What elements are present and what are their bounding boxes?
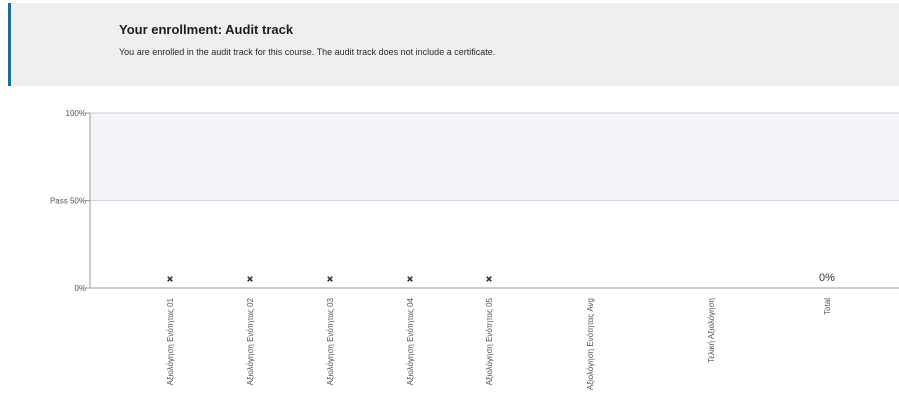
enrollment-title: Your enrollment: Audit track [119,22,294,37]
x-tick-label: Αξιολόγηση Ενότητας 02 [246,297,255,385]
y-tick-label: Pass 50% [50,197,86,206]
x-tick-label: Αξιολόγηση Ενότητας 04 [406,297,415,385]
score-marker [407,276,413,282]
score-marker [167,276,173,282]
score-marker [486,276,492,282]
enrollment-message: You are enrolled in the audit track for … [119,47,496,57]
x-tick-label: Αξιολόγηση Ενότητας 05 [485,297,494,385]
x-tick-label: Αξιολόγηση Ενότητας 03 [326,297,335,385]
enrollment-banner: Your enrollment: Audit track You are enr… [8,3,899,86]
y-tick-label: 0% [74,284,86,293]
data-label: 0% [819,272,835,284]
x-tick-label: Total [823,298,832,315]
x-tick-label: Αξιολόγηση Ενότητας Avg [586,298,595,390]
y-tick-label: 100% [66,109,86,118]
progress-chart: 0% Pass 50% 100% Αξιολόγηση Ενότητας 01 Αξιο… [50,109,899,390]
score-marker [247,276,253,282]
x-tick-label: Αξιολόγηση Ενότητας 01 [166,297,175,385]
x-tick-label: Τελική Αξιολόγηση [707,298,716,363]
score-marker [327,276,333,282]
pass-region [90,113,899,201]
